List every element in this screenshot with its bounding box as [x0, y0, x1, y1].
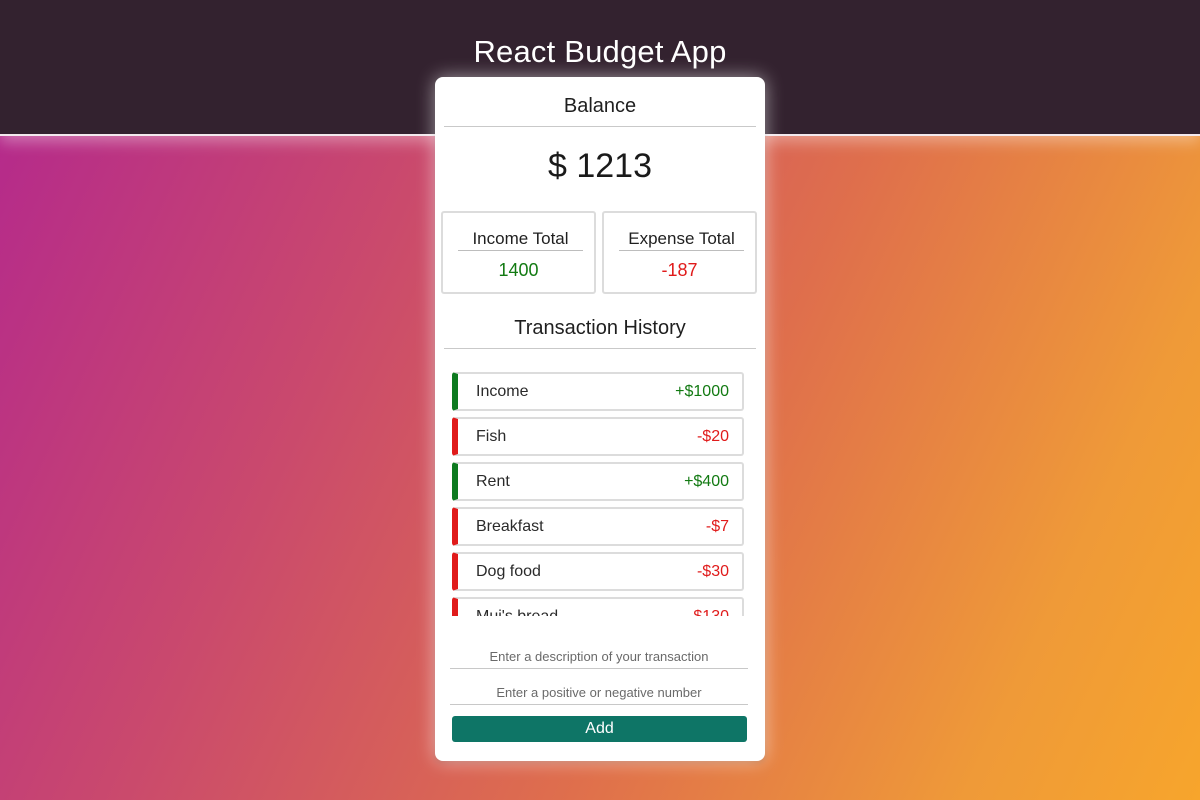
transaction-amount: -$7 [705, 518, 729, 535]
add-button[interactable]: Add [452, 716, 747, 742]
transaction-description: Dog food [476, 563, 541, 580]
expense-total-box: Expense Total -187 [602, 211, 757, 294]
budget-card: Balance $ 1213 Income Total 1400 Expense… [435, 77, 765, 761]
balance-title: Balance [444, 95, 756, 127]
balance-value: $ 1213 [548, 147, 652, 185]
transaction-item: Rent +$400 [452, 462, 744, 501]
transaction-history-title: Transaction History [444, 317, 756, 349]
description-input[interactable] [450, 645, 748, 669]
expense-total-value: -187 [661, 260, 698, 280]
transaction-amount: -$20 [696, 428, 729, 445]
income-total-box: Income Total 1400 [441, 211, 596, 294]
transaction-description: Income [476, 383, 529, 400]
income-total-label: Income Total [458, 229, 583, 251]
transaction-item: Mui's bread -$130 [452, 597, 744, 616]
transaction-amount: -$30 [696, 563, 729, 580]
transaction-item: Fish -$20 [452, 417, 744, 456]
transaction-description: Rent [476, 473, 510, 490]
transaction-amount: -$130 [688, 608, 729, 616]
transaction-item: Income +$1000 [452, 372, 744, 411]
transaction-description: Fish [476, 428, 507, 445]
app-title: React Budget App [473, 34, 727, 69]
transaction-description: Breakfast [476, 518, 544, 535]
expense-total-label: Expense Total [619, 229, 744, 251]
transaction-item: Breakfast -$7 [452, 507, 744, 546]
transaction-list[interactable]: Income +$1000 Fish -$20 Rent +$400 Break… [452, 372, 744, 616]
transaction-description: Mui's bread [476, 608, 558, 616]
transaction-item: Dog food -$30 [452, 552, 744, 591]
transaction-amount: +$400 [684, 473, 729, 490]
transaction-amount: +$1000 [675, 383, 729, 400]
income-total-value: 1400 [498, 260, 539, 280]
amount-input[interactable] [450, 681, 748, 705]
